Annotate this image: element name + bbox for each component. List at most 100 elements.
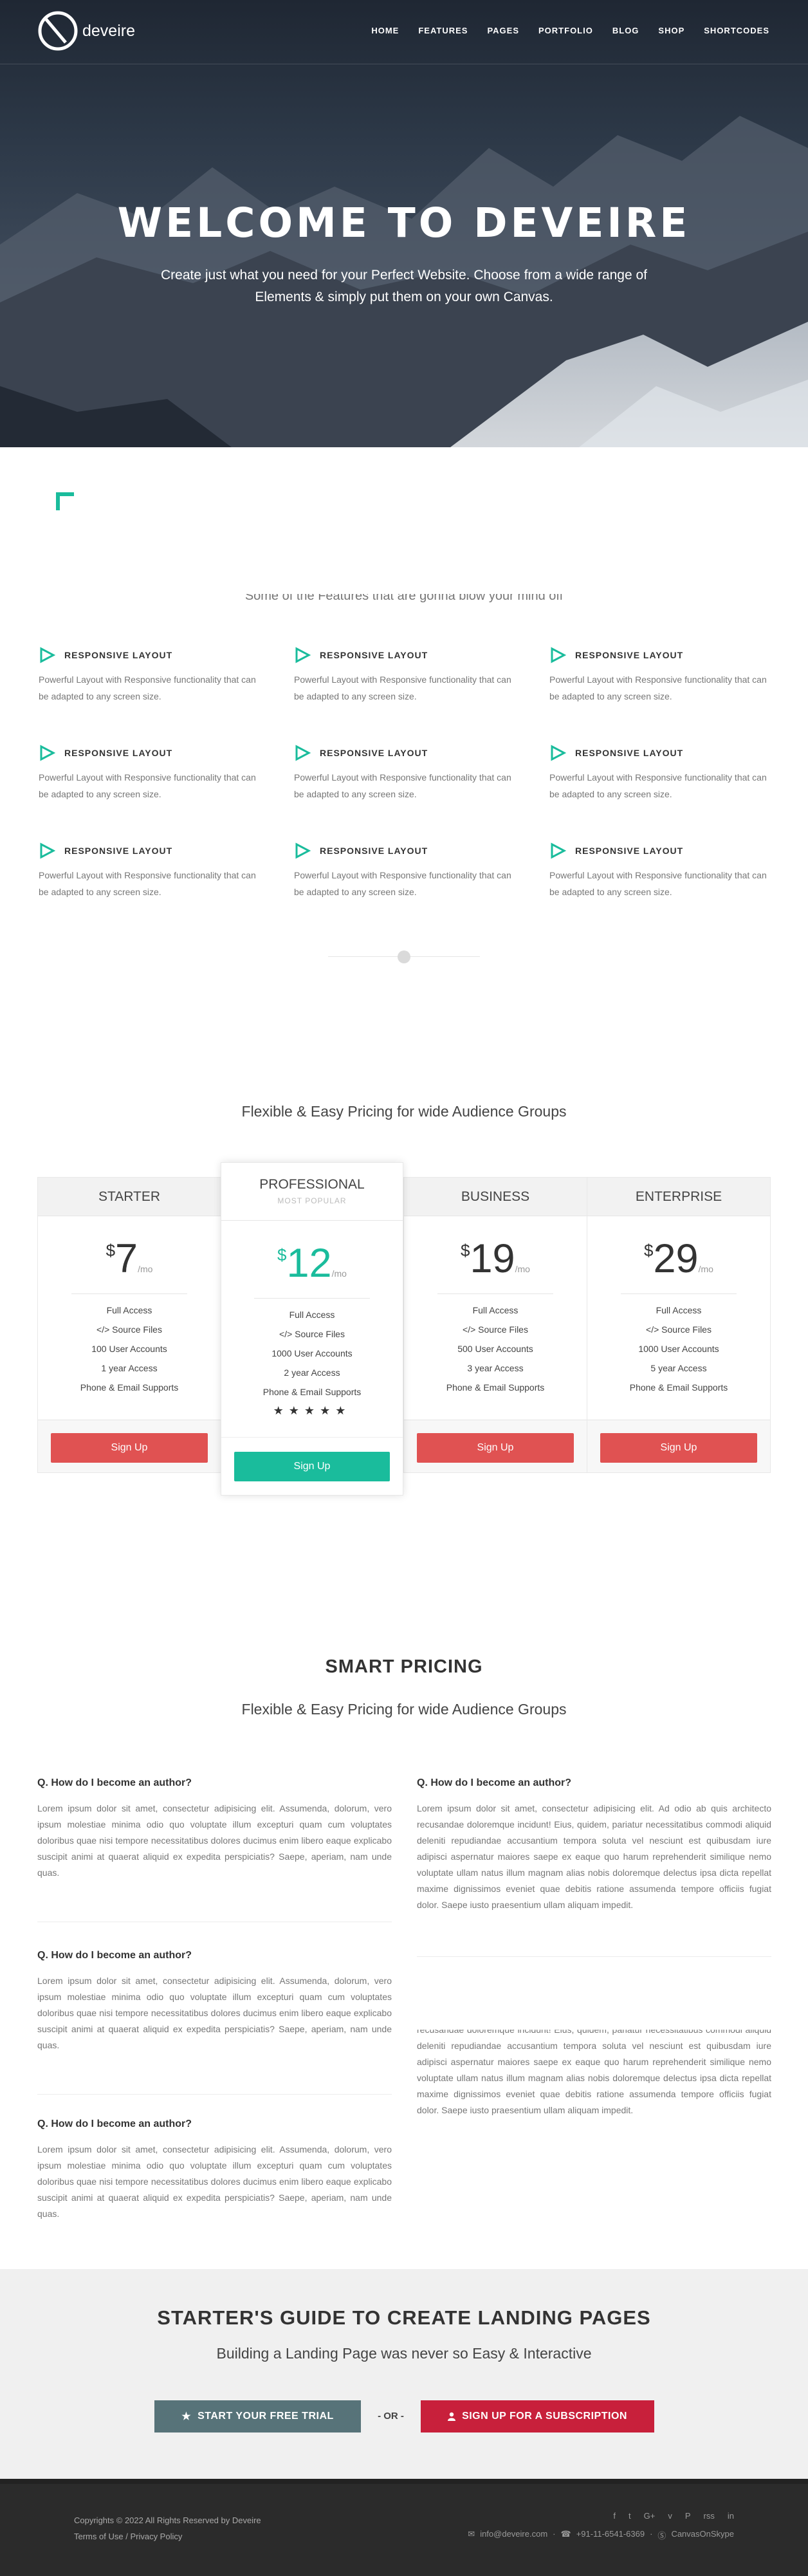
google-plus-icon[interactable]: G+ [644, 2511, 656, 2521]
plan-feature: 5 year Access [650, 1363, 707, 1373]
facebook-icon[interactable]: f [613, 2511, 616, 2521]
faq-divider [37, 2094, 392, 2095]
faq-section-subtitle: Flexible & Easy Pricing for wide Audienc… [241, 1701, 567, 1718]
main-menu: HOME FEATURES PAGES PORTFOLIO BLOG SHOP … [371, 26, 769, 35]
play-triangle-icon [551, 842, 566, 859]
play-triangle-icon [551, 745, 566, 761]
copyright-block: Copyrights © 2022 All Rights Reserved by… [74, 2512, 261, 2544]
plan-feature: </> Source Files [279, 1329, 345, 1339]
feature-item: RESPONSIVE LAYOUT Powerful Layout with R… [549, 745, 771, 802]
nav-portfolio[interactable]: PORTFOLIO [538, 26, 593, 35]
feature-item: RESPONSIVE LAYOUT Powerful Layout with R… [39, 647, 261, 705]
price-separator [437, 1293, 553, 1294]
pinterest-icon[interactable]: P [685, 2511, 691, 2521]
vimeo-icon[interactable]: v [668, 2511, 672, 2521]
plan-price: $7/mo [38, 1216, 221, 1282]
rss-icon[interactable]: rss [704, 2511, 715, 2521]
faq-section-title: SMART PRICING [325, 1656, 483, 1677]
social-links: f t G+ v P rss in [613, 2511, 734, 2521]
contact-skype[interactable]: CanvasOnSkype [671, 2529, 734, 2541]
plan-feature: 3 year Access [467, 1363, 524, 1373]
feature-item: RESPONSIVE LAYOUT Powerful Layout with R… [294, 745, 516, 802]
plan-features: Full Access </> Source Files 1000 User A… [221, 1305, 403, 1402]
feature-description: Powerful Layout with Responsive function… [294, 772, 511, 799]
feature-title: RESPONSIVE LAYOUT [64, 748, 173, 758]
nav-pages[interactable]: PAGES [487, 26, 519, 35]
contact-phone: +91-11-6541-6369 [576, 2529, 645, 2539]
section-divider [328, 950, 480, 963]
plan-feature: Phone & Email Supports [446, 1382, 545, 1393]
contact-email[interactable]: info@deveire.com [480, 2529, 547, 2541]
privacy-link[interactable]: Privacy Policy [130, 2532, 182, 2541]
signup-button[interactable]: Sign Up [417, 1433, 574, 1463]
plan-feature: </> Source Files [96, 1324, 162, 1335]
signup-button[interactable]: Sign Up [234, 1452, 390, 1481]
faq-answer: Lorem ipsum dolor sit amet, consectetur … [37, 1976, 392, 2050]
divider-dot [398, 950, 410, 963]
signup-button[interactable]: Sign Up [600, 1433, 757, 1463]
cta-subtitle: Building a Landing Page was never so Eas… [216, 2345, 592, 2362]
currency-symbol: $ [277, 1245, 287, 1265]
plan-price: $29/mo [587, 1216, 770, 1282]
brand-name: deveire [82, 21, 135, 40]
play-triangle-icon [551, 647, 566, 663]
price-amount: 12 [286, 1241, 332, 1286]
features-intro-text: Some of the Features that are gonna blow… [244, 594, 564, 603]
plan-feature: Phone & Email Supports [262, 1387, 362, 1397]
faq-answer: recusandae doloremque incidunt! Eius, qu… [417, 2030, 771, 2115]
feature-description: Powerful Layout with Responsive function… [39, 674, 256, 701]
plan-features: Full Access </> Source Files 100 User Ac… [38, 1301, 221, 1397]
play-triangle-icon [295, 842, 311, 859]
feature-title: RESPONSIVE LAYOUT [320, 748, 428, 758]
plan-feature: Full Access [289, 1310, 335, 1320]
feature-description: Powerful Layout with Responsive function… [549, 870, 767, 897]
price-separator [254, 1298, 370, 1299]
logo-mark-icon [38, 11, 78, 51]
nav-shop[interactable]: SHOP [658, 26, 684, 35]
nav-blog[interactable]: BLOG [612, 26, 639, 35]
hero-section: deveire HOME FEATURES PAGES PORTFOLIO BL… [0, 0, 808, 447]
nav-features[interactable]: FEATURES [418, 26, 468, 35]
logo[interactable]: deveire [37, 10, 135, 51]
price-amount: 7 [115, 1236, 138, 1281]
plan-feature: Full Access [656, 1305, 702, 1315]
faq-item: Q. How do I become an author? Lorem ipsu… [37, 1950, 392, 2053]
nav-shortcodes[interactable]: SHORTCODES [704, 26, 769, 35]
feature-title: RESPONSIVE LAYOUT [575, 846, 684, 856]
feature-description: Powerful Layout with Responsive function… [549, 674, 767, 701]
feature-title: RESPONSIVE LAYOUT [320, 650, 428, 660]
feature-description: Powerful Layout with Responsive function… [294, 870, 511, 897]
pricing-plan-starter: STARTER $7/mo Full Access </> Source Fil… [37, 1177, 221, 1473]
linkedin-icon[interactable]: in [728, 2511, 734, 2521]
plan-feature: </> Source Files [463, 1324, 528, 1335]
subscription-button[interactable]: SIGN UP FOR A SUBSCRIPTION [421, 2400, 654, 2432]
plan-feature: 100 User Accounts [91, 1344, 167, 1354]
terms-link[interactable]: Terms of Use [74, 2532, 124, 2541]
feature-item: RESPONSIVE LAYOUT Powerful Layout with R… [549, 842, 771, 900]
plan-price: $19/mo [404, 1216, 587, 1282]
plan-feature: </> Source Files [646, 1324, 712, 1335]
feature-item: RESPONSIVE LAYOUT Powerful Layout with R… [294, 647, 516, 705]
free-trial-button[interactable]: ★ START YOUR FREE TRIAL [154, 2400, 361, 2432]
plan-feature: 1 year Access [101, 1363, 158, 1373]
faq-answer: Lorem ipsum dolor sit amet, consectetur … [37, 2144, 392, 2219]
currency-symbol: $ [644, 1241, 654, 1260]
plan-feature: Phone & Email Supports [629, 1382, 728, 1393]
price-period: /mo [698, 1264, 713, 1274]
signup-button[interactable]: Sign Up [51, 1433, 208, 1463]
faq-answer: Lorem ipsum dolor sit amet, consectetur … [417, 1803, 771, 1910]
nav-home[interactable]: HOME [371, 26, 399, 35]
features-intro: Some of the Features that are gonna blow… [0, 594, 808, 606]
plan-features: Full Access </> Source Files 1000 User A… [587, 1301, 770, 1397]
free-trial-label: START YOUR FREE TRIAL [197, 2411, 334, 2422]
feature-item: RESPONSIVE LAYOUT Powerful Layout with R… [39, 842, 261, 900]
currency-symbol: $ [461, 1241, 470, 1260]
plan-features: Full Access </> Source Files 500 User Ac… [404, 1301, 587, 1397]
footer-top-band [0, 2479, 808, 2484]
plan-feature: Full Access [472, 1305, 519, 1315]
feature-description: Powerful Layout with Responsive function… [294, 674, 511, 701]
twitter-icon[interactable]: t [629, 2511, 631, 2521]
feature-title: RESPONSIVE LAYOUT [64, 846, 173, 856]
plan-feature: 1000 User Accounts [638, 1344, 719, 1354]
faq-item: Q. How do I become an author? Lorem ipsu… [37, 1777, 392, 1881]
